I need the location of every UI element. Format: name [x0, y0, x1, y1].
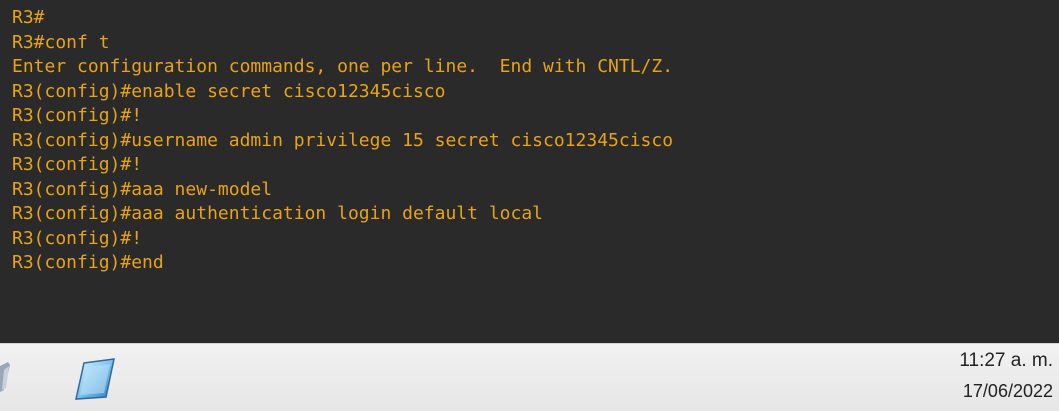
clock-time: 11:27 a. m.: [959, 350, 1053, 371]
terminal-line: R3(config)#enable secret cisco12345cisco: [12, 80, 446, 102]
app-icon-partial[interactable]: [0, 360, 14, 394]
terminal-line: R3(config)#!: [12, 227, 143, 249]
terminal-line: R3(config)#!: [12, 105, 143, 126]
app-window-icon[interactable]: [70, 357, 118, 401]
taskbar: 11:27 a. m. 17/06/2022: [0, 343, 1059, 411]
terminal-line: R3(config)#aaa authentication login defa…: [12, 203, 544, 224]
terminal-line: R3#: [12, 7, 45, 28]
terminal-line: R3(config)#username admin privilege 15 s…: [12, 129, 674, 151]
terminal-output: R3# R3#conf t Enter configuration comman…: [12, 6, 673, 276]
system-clock[interactable]: 11:27 a. m. 17/06/2022: [959, 346, 1053, 406]
terminal-line: R3#conf t: [12, 31, 110, 53]
terminal-line: R3(config)#end: [12, 252, 164, 273]
terminal-line: R3(config)#!: [12, 154, 143, 175]
terminal-line: Enter configuration commands, one per li…: [12, 56, 674, 77]
terminal-window[interactable]: R3# R3#conf t Enter configuration comman…: [0, 0, 1059, 343]
terminal-line: R3(config)#aaa new-model: [12, 178, 273, 200]
clock-date: 17/06/2022: [962, 381, 1053, 401]
